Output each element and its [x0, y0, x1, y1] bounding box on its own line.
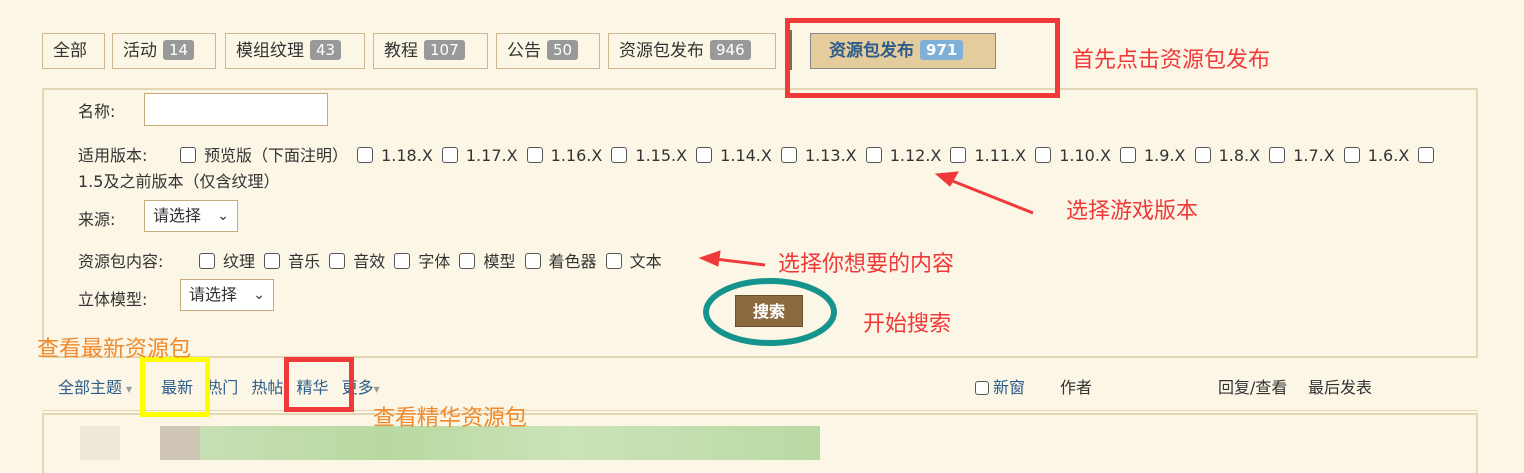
annotation-choose-content: 选择你想要的内容	[778, 252, 955, 277]
annotation-box-latest	[140, 357, 210, 417]
annotation-view-latest: 查看最新资源包	[37, 337, 192, 362]
annotation-start-search: 开始搜索	[863, 312, 952, 337]
annotation-choose-version: 选择游戏版本	[1066, 199, 1199, 224]
arrow-icon	[698, 250, 766, 267]
arrow-icon	[934, 171, 1034, 215]
annotation-arrows	[698, 171, 1034, 346]
annotation-ellipse-search	[703, 278, 837, 346]
annotation-box-featured	[284, 357, 354, 412]
annotation-view-featured: 查看精华资源包	[373, 406, 528, 431]
